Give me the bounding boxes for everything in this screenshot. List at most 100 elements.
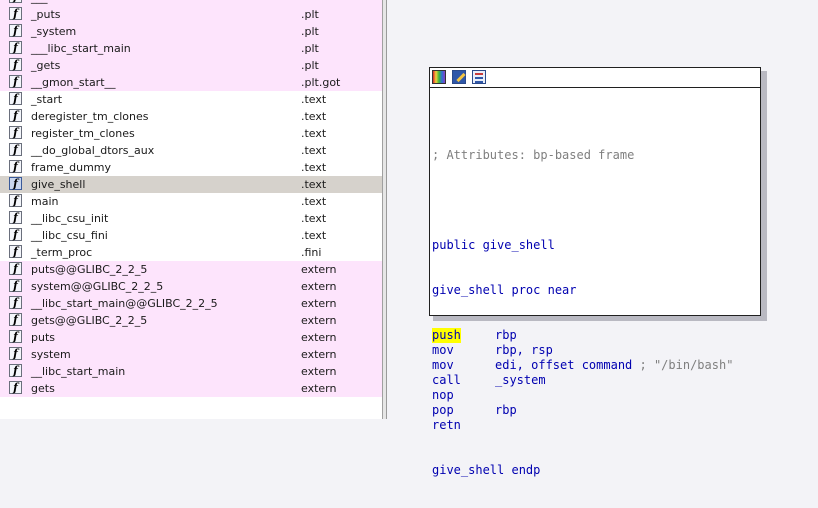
endp-declaration[interactable]: give_shell endp xyxy=(432,463,634,478)
graph-overview-icon[interactable] xyxy=(472,70,486,84)
function-row[interactable]: f __libc_csu_init .text xyxy=(0,210,382,227)
function-row[interactable]: f main .text xyxy=(0,193,382,210)
operand-text[interactable]: rbp xyxy=(495,403,517,417)
instruction-mnemonic[interactable]: call xyxy=(432,373,461,388)
instruction-mnemonic[interactable]: nop xyxy=(432,388,454,403)
instruction-mnemonic[interactable]: mov xyxy=(432,343,454,358)
function-icon: f xyxy=(9,381,22,394)
instruction-line[interactable]: pop rbp xyxy=(432,403,634,418)
function-name: _gets xyxy=(31,59,61,72)
instruction-operands[interactable]: rbp xyxy=(495,328,517,343)
rename-icon[interactable] xyxy=(452,70,466,84)
function-icon: f xyxy=(9,58,22,71)
instruction-operands[interactable]: rbp xyxy=(495,403,517,418)
function-name: __libc_csu_init xyxy=(31,212,109,225)
instruction-operands[interactable]: _system xyxy=(495,373,546,388)
function-icon: f xyxy=(9,330,22,343)
function-name: puts@@GLIBC_2_2_5 xyxy=(31,263,148,276)
instruction-list: push rbp mov rbp, rsp mov edi, offset command… xyxy=(432,328,733,433)
function-icon: f xyxy=(9,92,22,105)
function-segment: .text xyxy=(301,229,327,242)
node-titlebar xyxy=(430,68,760,88)
function-icon: f xyxy=(9,245,22,258)
function-row[interactable]: f give_shell .text xyxy=(0,176,382,193)
function-segment: .plt xyxy=(301,42,319,55)
function-icon: f xyxy=(9,228,22,241)
function-name: _puts xyxy=(31,8,61,21)
function-segment: .text xyxy=(301,178,327,191)
function-icon: f xyxy=(9,262,22,275)
function-icon: f xyxy=(9,313,22,326)
functions-window: f___f_puts.pltf_system.pltf___libc_start… xyxy=(0,0,386,419)
instruction-mnemonic[interactable]: mov xyxy=(432,358,454,373)
function-segment: extern xyxy=(301,314,337,327)
color-palette-icon[interactable] xyxy=(432,70,446,84)
function-segment: extern xyxy=(301,331,337,344)
function-row[interactable]: f gets extern xyxy=(0,380,382,397)
function-segment: extern xyxy=(301,297,337,310)
function-row[interactable]: f register_tm_clones .text xyxy=(0,125,382,142)
instruction-mnemonic[interactable]: push xyxy=(432,328,461,343)
function-row[interactable]: f system extern xyxy=(0,346,382,363)
function-row[interactable]: f _term_proc .fini xyxy=(0,244,382,261)
disassembly-code: ; Attributes: bp-based frame public give… xyxy=(432,118,733,508)
function-segment: .text xyxy=(301,93,327,106)
operand-text[interactable]: edi, offset command xyxy=(495,358,632,372)
function-icon: f xyxy=(9,41,22,54)
function-icon: f xyxy=(9,364,22,377)
instruction-operands[interactable]: edi, offset command ; "/bin/bash" xyxy=(495,358,733,373)
function-icon: f xyxy=(9,211,22,224)
function-name: _system xyxy=(31,25,77,38)
instruction-line[interactable]: mov rbp, rsp xyxy=(432,343,634,358)
function-icon: f xyxy=(9,75,22,88)
instruction-mnemonic[interactable]: retn xyxy=(432,418,461,433)
function-segment: .text xyxy=(301,195,327,208)
function-name: __gmon_start__ xyxy=(31,76,116,89)
function-segment: .fini xyxy=(301,246,322,259)
function-icon: f xyxy=(9,296,22,309)
function-row[interactable]: f ___libc_start_main .plt xyxy=(0,40,382,57)
function-row[interactable]: f deregister_tm_clones .text xyxy=(0,108,382,125)
instruction-line[interactable]: nop xyxy=(432,388,634,403)
operand-text[interactable]: _system xyxy=(495,373,546,387)
function-name: __libc_start_main@@GLIBC_2_2_5 xyxy=(31,297,218,310)
function-row[interactable]: f puts@@GLIBC_2_2_5 extern xyxy=(0,261,382,278)
function-row[interactable]: f __libc_start_main extern xyxy=(0,363,382,380)
function-segment: .text xyxy=(301,110,327,123)
function-graph-node[interactable]: ; Attributes: bp-based frame public give… xyxy=(429,67,761,477)
instruction-line[interactable]: push rbp xyxy=(432,328,634,343)
function-segment: .text xyxy=(301,144,327,157)
function-row[interactable]: f _puts .plt xyxy=(0,6,382,23)
proc-declaration[interactable]: give_shell proc near xyxy=(432,283,634,298)
instruction-line[interactable]: retn xyxy=(432,418,634,433)
function-icon: f xyxy=(9,194,22,207)
function-row[interactable]: f puts extern xyxy=(0,329,382,346)
function-segment: .plt.got xyxy=(301,76,341,89)
function-row[interactable]: f gets@@GLIBC_2_2_5 extern xyxy=(0,312,382,329)
instruction-comment: ; "/bin/bash" xyxy=(632,358,734,372)
instruction-line[interactable]: call _system xyxy=(432,373,634,388)
operand-text[interactable]: rbp, rsp xyxy=(495,343,553,357)
function-row[interactable]: f frame_dummy .text xyxy=(0,159,382,176)
function-row[interactable]: f _start .text xyxy=(0,91,382,108)
function-row[interactable]: f _system .plt xyxy=(0,23,382,40)
function-icon: f xyxy=(9,109,22,122)
function-segment: extern xyxy=(301,280,337,293)
public-declaration[interactable]: public give_shell xyxy=(432,238,634,253)
function-icon: f xyxy=(9,279,22,292)
function-name: _term_proc xyxy=(31,246,93,259)
function-icon: f xyxy=(9,24,22,37)
function-row[interactable]: f __libc_start_main@@GLIBC_2_2_5 extern xyxy=(0,295,382,312)
function-name: give_shell xyxy=(31,178,86,191)
function-name: system@@GLIBC_2_2_5 xyxy=(31,280,164,293)
function-row[interactable]: f __gmon_start__ .plt.got xyxy=(0,74,382,91)
operand-text[interactable]: rbp xyxy=(495,328,517,342)
instruction-mnemonic[interactable]: pop xyxy=(432,403,454,418)
instruction-line[interactable]: mov edi, offset command ; "/bin/bash" xyxy=(432,358,733,373)
instruction-operands[interactable]: rbp, rsp xyxy=(495,343,553,358)
function-row[interactable]: f __libc_csu_fini .text xyxy=(0,227,382,244)
function-row[interactable]: f _gets .plt xyxy=(0,57,382,74)
function-row[interactable]: f __do_global_dtors_aux .text xyxy=(0,142,382,159)
function-row[interactable]: f system@@GLIBC_2_2_5 extern xyxy=(0,278,382,295)
